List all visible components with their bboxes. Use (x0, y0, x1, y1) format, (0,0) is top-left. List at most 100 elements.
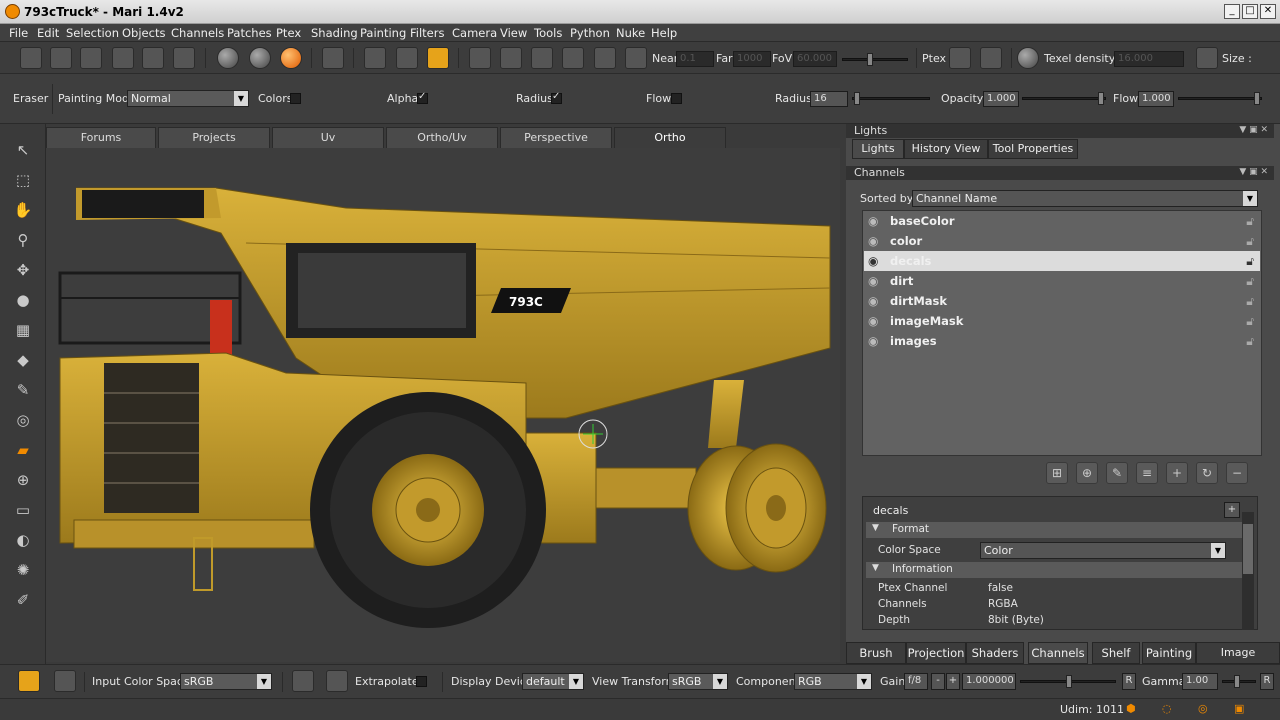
menu-painting[interactable]: Painting (360, 26, 406, 40)
projection-icon[interactable] (427, 47, 449, 69)
cube-view-icon[interactable] (469, 47, 491, 69)
redo-icon[interactable] (173, 47, 195, 69)
flow-field[interactable]: 1.000 (1138, 91, 1174, 107)
visibility-eye-icon[interactable]: ◉ (868, 331, 884, 351)
menu-view[interactable]: View (500, 26, 527, 40)
radius-slider-handle[interactable] (854, 92, 860, 105)
panel-float-close-icon[interactable]: ▼ ▣ ✕ (1239, 124, 1268, 137)
flow-slider[interactable] (1178, 97, 1262, 100)
camera-icon[interactable] (500, 47, 522, 69)
display-device-select[interactable]: default ▼ (522, 673, 584, 690)
menu-tools[interactable]: Tools (534, 26, 562, 40)
channel-row[interactable]: ◉ imageMask 🔓︎ (864, 311, 1260, 331)
add-channel-icon[interactable]: + (1166, 462, 1188, 484)
fov-slider[interactable] (842, 58, 908, 61)
gamma-value-field[interactable]: 1.00 (1182, 673, 1218, 690)
lock-icon[interactable]: 🔓︎ (1246, 311, 1254, 331)
flow-slider-handle[interactable] (1254, 92, 1260, 105)
visibility-eye-icon[interactable]: ◉ (868, 311, 884, 331)
lock-icon[interactable]: 🔓︎ (1246, 291, 1254, 311)
tab-projects[interactable]: Projects (158, 127, 270, 148)
lit-shading-icon[interactable] (249, 47, 271, 69)
brush-layer-icon[interactable]: ✎ (1106, 462, 1128, 484)
texel-density-field[interactable]: 16.000 (1114, 51, 1184, 67)
channel-row[interactable]: ◉ images 🔓︎ (864, 331, 1260, 351)
information-section-header[interactable]: ▼ Information (866, 562, 1246, 578)
fov-field[interactable]: 60.000 (793, 51, 837, 67)
tab-history-view[interactable]: History View (904, 139, 988, 159)
minimize-button[interactable]: _ (1224, 4, 1240, 19)
menu-camera[interactable]: Camera (452, 26, 497, 40)
gain-plus-button[interactable]: + (946, 673, 960, 690)
tab-ortho-uv[interactable]: Ortho/Uv (386, 127, 498, 148)
opacity-field[interactable]: 1.000 (983, 91, 1019, 107)
export-icon[interactable] (112, 47, 134, 69)
view-transform-select[interactable]: sRGB ▼ (668, 673, 728, 690)
channel-row[interactable]: ◉ color 🔓︎ (864, 231, 1260, 251)
channel-row[interactable]: ◉ baseColor 🔓︎ (864, 211, 1260, 231)
opacity-slider-handle[interactable] (1098, 92, 1104, 105)
lut-settings-icon[interactable] (54, 670, 76, 692)
radius-checkbox[interactable] (551, 91, 562, 104)
fov-slider-handle[interactable] (867, 53, 873, 66)
color-space-select[interactable]: Color ▼ (980, 542, 1226, 559)
grid-icon[interactable]: ▦ (13, 320, 33, 340)
pin-icon[interactable]: ✎ (13, 380, 33, 400)
gain-fstop-field[interactable]: f/8 (904, 673, 928, 690)
menu-patches[interactable]: Patches (227, 26, 272, 40)
fill-icon[interactable]: ◐ (13, 530, 33, 550)
select-arrow-icon[interactable]: ↖ (13, 140, 33, 160)
gradient-icon[interactable]: ▭ (13, 500, 33, 520)
lighting-icon[interactable] (396, 47, 418, 69)
gamma-reset-button[interactable]: R (1260, 673, 1274, 690)
opacity-slider[interactable] (1022, 97, 1106, 100)
slice-icon[interactable]: ✺ (13, 560, 33, 580)
delete-channel-icon[interactable]: − (1226, 462, 1248, 484)
tab-image-manager[interactable]: Image Manager (1196, 642, 1280, 679)
visibility-eye-icon[interactable]: ◉ (868, 211, 884, 231)
tab-perspective[interactable]: Perspective (500, 127, 612, 148)
tab-uv[interactable]: Uv (272, 127, 384, 148)
menu-help[interactable]: Help (651, 26, 677, 40)
colors-checkbox[interactable] (290, 93, 301, 104)
menu-selection[interactable]: Selection (66, 26, 119, 40)
tab-shaders[interactable]: Shaders (966, 642, 1024, 664)
size-icon[interactable] (1196, 47, 1218, 69)
alpha-checkbox[interactable] (417, 91, 428, 104)
close-button[interactable]: ✕ (1260, 4, 1276, 19)
target-icon[interactable]: ◎ (13, 410, 33, 430)
frame-icon[interactable] (531, 47, 553, 69)
undo-icon[interactable] (142, 47, 164, 69)
menu-file[interactable]: File (9, 26, 28, 40)
gain-minus-button[interactable]: - (931, 673, 945, 690)
menu-shading[interactable]: Shading (311, 26, 358, 40)
properties-scrollbar-thumb[interactable] (1243, 524, 1253, 574)
pan-hand-icon[interactable]: ✋ (13, 200, 33, 220)
tab-lights[interactable]: Lights (852, 139, 904, 159)
tab-brush-editor[interactable]: Brush Editor (846, 642, 906, 680)
close-project-icon[interactable] (50, 47, 72, 69)
channel-row[interactable]: ◉ decals 🔓︎ (864, 251, 1260, 271)
gamma-slider-handle[interactable] (1234, 675, 1240, 688)
extrapolate-icon[interactable] (326, 670, 348, 692)
ptex-resize-icon[interactable] (949, 47, 971, 69)
eraser-icon[interactable]: ▰ (13, 440, 33, 460)
gain-value-field[interactable]: 1.000000 (962, 673, 1016, 690)
pivot-icon[interactable] (625, 47, 647, 69)
new-project-icon[interactable] (20, 47, 42, 69)
flatten-icon[interactable]: ≡ (1136, 462, 1158, 484)
far-field[interactable]: 1000 (733, 51, 771, 67)
color-management-icon[interactable] (18, 670, 40, 692)
paint-through-icon[interactable] (364, 47, 386, 69)
panel-float-close-icon[interactable]: ▼ ▣ ✕ (1239, 166, 1268, 179)
menu-channels[interactable]: Channels (171, 26, 224, 40)
radius-slider[interactable] (852, 97, 930, 100)
globe-icon[interactable] (1017, 47, 1039, 69)
input-color-space-select[interactable]: sRGB ▼ (180, 673, 272, 690)
menu-ptex[interactable]: Ptex (276, 26, 301, 40)
component-select[interactable]: RGB ▼ (794, 673, 872, 690)
add-adjustment-icon[interactable]: ⊕ (1076, 462, 1098, 484)
tab-ortho[interactable]: Ortho (614, 127, 726, 148)
gain-reset-button[interactable]: R (1122, 673, 1136, 690)
flat-shading-icon[interactable] (217, 47, 239, 69)
